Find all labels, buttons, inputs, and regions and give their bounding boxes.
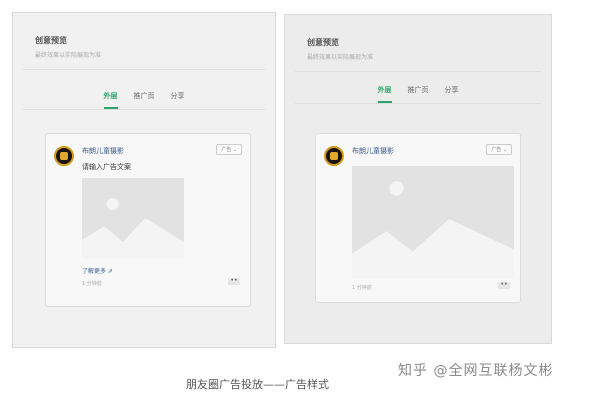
preview-tabs: 外层 推广页 分享: [13, 91, 275, 109]
more-button[interactable]: ••: [228, 278, 240, 285]
avatar: [54, 146, 74, 166]
ad-copy-text: 请输入广告文案: [82, 163, 131, 171]
tab-outer[interactable]: 外层: [377, 85, 392, 103]
divider: [295, 103, 541, 104]
divider: [295, 71, 541, 72]
image-caption: 朋友圈广告投放——广告样式: [186, 378, 329, 391]
image-placeholder: [352, 166, 514, 278]
tab-share[interactable]: 分享: [171, 91, 185, 109]
image-placeholder-icon: [82, 178, 184, 258]
ad-badge[interactable]: 广告 ⌄: [486, 144, 512, 155]
post-time: 1 分钟前: [82, 281, 102, 287]
panel-subtitle: 最终效果以实际展现为准: [35, 52, 102, 59]
creative-preview-panel-left: 创意预览 最终效果以实际展现为准 外层 推广页 分享 布朗儿童摄影 广告 ⌄ 请…: [12, 12, 276, 348]
more-button[interactable]: ••: [498, 282, 510, 289]
watermark: 知乎 @全网互联杨文彬: [398, 363, 554, 379]
divider: [23, 109, 265, 110]
learn-more-link[interactable]: 了解更多 ⇗: [82, 266, 113, 275]
advertiser-name: 布朗儿童摄影: [82, 147, 124, 155]
post-time: 1 分钟前: [352, 285, 372, 291]
tab-outer[interactable]: 外层: [103, 91, 118, 109]
panel-title: 创意预览: [307, 38, 339, 47]
advertiser-name: 布朗儿童摄影: [352, 147, 394, 155]
tab-landing-page[interactable]: 推广页: [408, 85, 429, 103]
creative-preview-panel-right: 创意预览 最终效果以实际展现为准 外层 推广页 分享 布朗儿童摄影 广告 ⌄ 1…: [284, 14, 552, 344]
ad-preview-card: 布朗儿童摄影 广告 ⌄ 1 分钟前 ••: [315, 133, 521, 303]
panel-title: 创意预览: [35, 36, 67, 45]
avatar: [324, 146, 344, 166]
preview-tabs: 外层 推广页 分享: [285, 85, 551, 103]
divider: [23, 69, 265, 70]
ad-preview-card: 布朗儿童摄影 广告 ⌄ 请输入广告文案 了解更多 ⇗ 1 分钟前 ••: [45, 133, 251, 307]
tab-share[interactable]: 分享: [445, 85, 459, 103]
tab-landing-page[interactable]: 推广页: [134, 91, 155, 109]
ad-badge[interactable]: 广告 ⌄: [216, 144, 242, 155]
image-placeholder-icon: [352, 166, 514, 278]
image-placeholder: [82, 178, 184, 258]
panel-subtitle: 最终效果以实际展现为准: [307, 54, 374, 61]
